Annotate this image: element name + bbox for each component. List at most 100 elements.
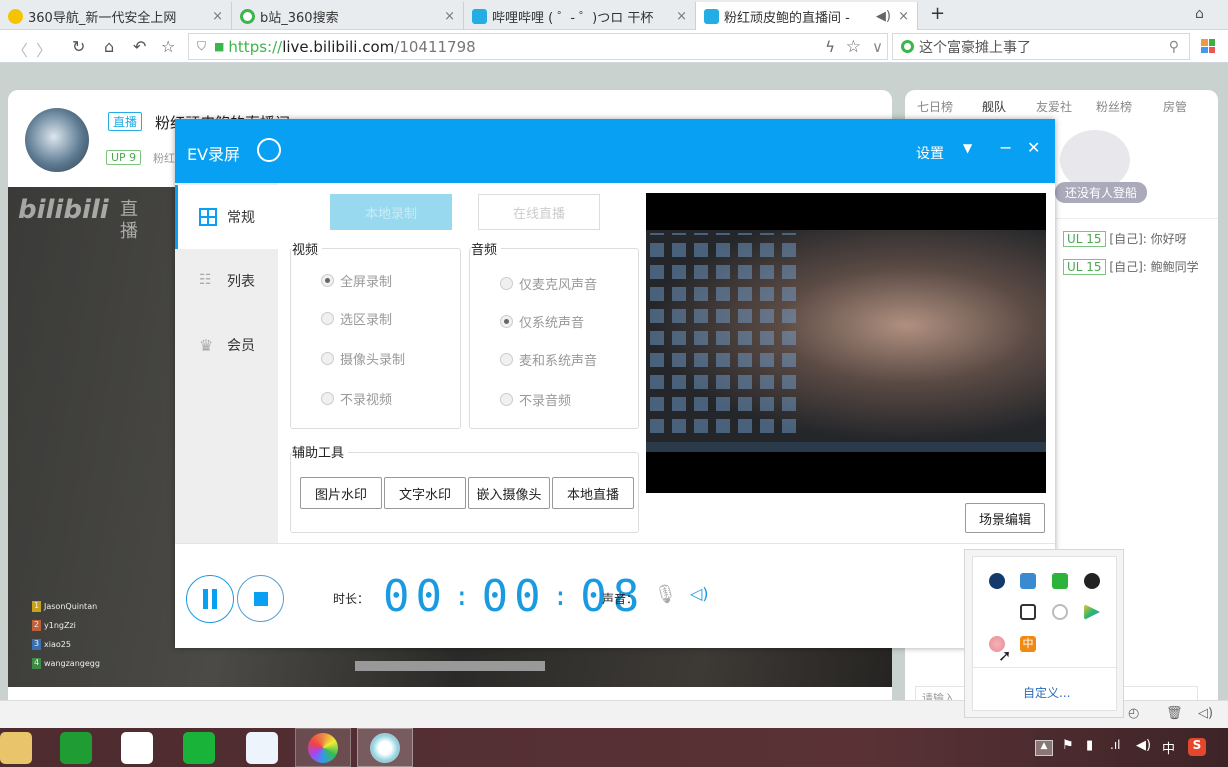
network-signal-icon[interactable]: .ıl [1110, 738, 1120, 752]
radio-fullscreen[interactable]: 全屏录制 [321, 271, 392, 290]
leaderboard-row: 1 JasonQuintan [32, 601, 98, 612]
file-explorer-icon[interactable] [0, 732, 32, 764]
undo-icon[interactable]: ↶ [133, 37, 146, 56]
skin-icon[interactable]: ⌂ [1195, 6, 1204, 22]
apps-icon[interactable] [1201, 39, 1215, 53]
chat-message: UL 15 [自己]: 鲍鲍同学 [1063, 258, 1199, 275]
tools-group-label: 辅助工具 [292, 442, 349, 461]
browser-tab-active[interactable]: 粉红顽皮鲍的直播间 - ◀) × [696, 2, 918, 30]
reload-icon[interactable]: ↻ [72, 37, 85, 56]
tray-overflow-popup: 中 ➚ 自定义... [964, 549, 1124, 718]
chevron-down-icon[interactable]: ∨ [872, 38, 883, 56]
back-icon[interactable]: 〈 [12, 37, 28, 61]
minimize-icon[interactable]: − [999, 138, 1012, 157]
bilibili-icon [704, 8, 719, 24]
tab-fleet[interactable]: 舰队 [982, 98, 1006, 115]
favorite-icon[interactable]: ☆ [161, 37, 175, 56]
preview-taskbar [646, 442, 1046, 452]
creative-cloud-icon[interactable] [1052, 604, 1068, 620]
close-tab-icon[interactable]: × [444, 9, 455, 24]
search-input[interactable]: 这个富豪摊上事了 ⚲ [892, 33, 1190, 60]
audio-playing-icon[interactable]: ◀) [876, 9, 891, 24]
app-green-icon[interactable] [183, 732, 215, 764]
browser-nav-bar: 〈 〉 ↻ ⌂ ↶ ☆ ⛉ ■ https://live.bilibili.co… [0, 30, 1228, 63]
new-tab-button[interactable]: + [930, 3, 945, 24]
radio-camera[interactable]: 摄像头录制 [321, 349, 405, 368]
stop-button[interactable] [237, 575, 284, 622]
action-center-flag-icon[interactable]: ⚑ [1062, 738, 1074, 753]
bluetooth-icon[interactable] [989, 573, 1005, 589]
address-bar[interactable]: ⛉ ■ https://live.bilibili.com/10411798 ϟ… [188, 33, 888, 60]
lock-icon: ■ [214, 40, 225, 53]
sidebar-item-member[interactable]: ♛ 会员 [175, 313, 278, 377]
ev-title-bar[interactable]: EV录屏 设置 ▼ − ✕ [175, 119, 1055, 183]
home-icon[interactable]: ⌂ [104, 37, 114, 56]
speed-dial-icon[interactable]: ◴ [1128, 706, 1139, 721]
forward-icon[interactable]: 〉 [36, 37, 52, 61]
radio-mic-and-system[interactable]: 麦和系统声音 [500, 350, 597, 369]
customize-link[interactable]: 自定义... [1023, 684, 1070, 701]
display-switch-icon[interactable] [1020, 604, 1036, 620]
app-tray-icon[interactable] [1020, 573, 1036, 589]
speed-icon[interactable]: ϟ [825, 38, 835, 56]
show-hidden-icons-button[interactable]: ▲ [1035, 740, 1053, 756]
tab-fan-club[interactable]: 友爱社 [1036, 98, 1072, 115]
radio-no-audio[interactable]: 不录音频 [500, 390, 571, 409]
battery-icon[interactable]: ▮ [1086, 738, 1093, 753]
radio-mic-only[interactable]: 仅麦克风声音 [500, 274, 597, 293]
radio-no-video[interactable]: 不录视频 [321, 389, 392, 408]
volume-icon[interactable]: ◁) [1198, 706, 1213, 721]
streamer-name[interactable]: 粉红 [153, 150, 175, 166]
sidebar-item-list[interactable]: ☷ 列表 [175, 249, 278, 313]
up-level-badge: UP 9 [106, 150, 142, 165]
image-watermark-button[interactable]: 图片水印 [300, 477, 382, 509]
ime-indicator[interactable]: 中 [1162, 738, 1175, 757]
volume-icon[interactable]: ◀) [1136, 738, 1151, 753]
sogou-ime-icon[interactable]: S [1188, 738, 1206, 756]
radio-system-only[interactable]: 仅系统声音 [500, 312, 584, 331]
crown-icon: ♛ [199, 336, 214, 355]
trash-icon[interactable]: 🗑 [1166, 706, 1183, 721]
iqiyi-icon[interactable] [1052, 573, 1068, 589]
text-watermark-button[interactable]: 文字水印 [384, 477, 466, 509]
online-live-button[interactable]: 在线直播 [478, 194, 600, 230]
360-search-icon [240, 8, 255, 24]
tab-fans-rank[interactable]: 粉丝榜 [1096, 98, 1132, 115]
pause-button[interactable] [186, 575, 234, 623]
settings-button[interactable]: 设置 [916, 143, 944, 163]
scene-edit-button[interactable]: 场景编辑 [965, 503, 1045, 533]
embed-camera-button[interactable]: 嵌入摄像头 [468, 477, 550, 509]
video-group-label: 视频 [292, 239, 323, 258]
user-account-icon[interactable] [257, 138, 281, 162]
live-badge: 直播 [108, 112, 143, 131]
sidebar-item-general[interactable]: 常规 [175, 185, 278, 249]
tab-room-admin[interactable]: 房管 [1163, 98, 1187, 115]
baidu-netdisk-icon[interactable] [121, 732, 153, 764]
dropdown-menu-icon[interactable]: ▼ [963, 141, 972, 155]
streamer-avatar[interactable] [25, 108, 89, 172]
close-tab-icon[interactable]: × [212, 9, 223, 24]
local-live-button[interactable]: 本地直播 [552, 477, 634, 509]
taskbar-app-360browser[interactable] [295, 728, 351, 767]
microphone-icon[interactable]: 🎙 [654, 584, 677, 605]
store-icon[interactable] [60, 732, 92, 764]
bookmark-star-icon[interactable]: ☆ [846, 37, 861, 57]
close-tab-icon[interactable]: × [898, 9, 909, 24]
tencent-video-icon[interactable] [1084, 604, 1100, 620]
ime-icon[interactable]: 中 [1020, 636, 1036, 652]
close-icon[interactable]: ✕ [1027, 138, 1040, 157]
desktop-icons [650, 233, 800, 433]
taskbar-app-ev-recorder[interactable] [357, 728, 413, 767]
local-record-button[interactable]: 本地录制 [330, 194, 452, 230]
browser-tab[interactable]: b站_360搜索 × [232, 2, 464, 30]
search-icon[interactable]: ⚲ [1169, 39, 1179, 55]
browser-tab[interactable]: 360导航_新一代安全上网 × [0, 2, 232, 30]
qq-icon[interactable] [1084, 573, 1100, 589]
radio-region[interactable]: 选区录制 [321, 309, 392, 328]
tab-seven-day-rank[interactable]: 七日榜 [917, 98, 953, 115]
speaker-icon[interactable]: ◁) [690, 584, 709, 603]
browser-tab[interactable]: 哔哩哔哩 ( ゜- ゜)つロ 干杯 × [464, 2, 696, 30]
xunlei-icon[interactable] [246, 732, 278, 764]
close-tab-icon[interactable]: × [676, 9, 687, 24]
duration-label: 时长： [333, 592, 370, 606]
